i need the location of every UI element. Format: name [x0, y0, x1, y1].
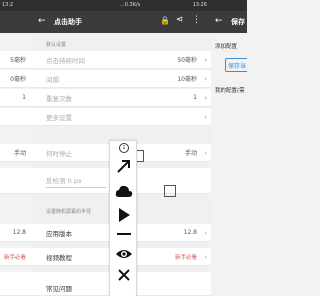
right-title: 保存 — [231, 18, 245, 26]
status-bar: 13:2 — [0, 0, 32, 11]
left-row-repeat[interactable]: 1 — [0, 89, 32, 107]
chevron-right-icon: › — [204, 228, 207, 237]
repeat-value: 1 — [193, 94, 197, 101]
click-duration-value: 50毫秒 — [177, 57, 197, 64]
tutorial-label: 视频教程 — [46, 253, 72, 262]
back-arrow-icon[interactable]: ← — [38, 16, 46, 26]
left-row-anti[interactable] — [0, 168, 32, 194]
faq-label: 常见问题 — [46, 285, 72, 293]
left-row-value: 5毫秒 — [10, 57, 26, 64]
chevron-right-icon: › — [204, 93, 207, 102]
left-row-more[interactable] — [0, 108, 32, 126]
left-row-value: 新手必看 — [3, 254, 26, 261]
left-row-value: 1 — [22, 94, 26, 101]
interval-row[interactable]: 间隔 10毫秒 › — [32, 70, 211, 88]
section-default: 默认设置 — [46, 41, 67, 48]
app-bar-right: ← 保存 — [211, 11, 247, 33]
left-row-interval[interactable]: 0毫秒 — [0, 70, 32, 88]
click-duration-row[interactable]: 点击持续时间 50毫秒 › — [32, 51, 211, 69]
share-icon[interactable]: ⋖ — [176, 15, 184, 25]
arrow-up-right-icon — [117, 160, 130, 173]
left-row-value: 手动 — [13, 150, 26, 157]
lock-icon[interactable]: 🔒 — [160, 16, 170, 25]
page-title: 点击助手 — [54, 18, 82, 26]
version-label: 应用版本 — [46, 229, 72, 238]
left-row-version[interactable]: 12.8 — [0, 224, 32, 242]
stop-label: 何时停止 — [46, 149, 72, 158]
app-bar: ← 点击助手 🔒 ⋖ ⋮ — [32, 11, 211, 33]
status-time: 13:26 — [192, 2, 207, 8]
section-random: 设置随机屏幕的半径 — [46, 208, 92, 215]
chevron-right-icon: › — [204, 112, 207, 121]
cloud-icon — [115, 185, 133, 197]
eye-icon — [116, 250, 132, 258]
repeat-label: 重复次数 — [46, 94, 72, 103]
more-settings-row[interactable]: 更多设置 › — [32, 108, 211, 126]
back-arrow-icon[interactable]: ← — [215, 16, 223, 26]
status-bar: ...0.3K/s 13:26 — [32, 0, 211, 11]
interval-label: 间隔 — [46, 75, 59, 84]
repeat-row[interactable]: 重复次数 1 › — [32, 89, 211, 107]
play-button[interactable] — [113, 205, 135, 225]
left-row-faq[interactable] — [0, 272, 32, 296]
remove-button[interactable] — [113, 227, 135, 241]
network-speed: ...0.3K/s — [120, 2, 141, 8]
save-current-button[interactable]: 保存当 — [225, 58, 247, 72]
toggle-visibility-button[interactable] — [113, 245, 135, 263]
counter-circle: 1 — [119, 143, 129, 153]
click-duration-label: 点击持续时间 — [46, 56, 85, 65]
counter-badge[interactable]: 1 — [113, 143, 135, 153]
anti-detect-label: 反检测 0 px — [46, 177, 82, 185]
left-row-value: 12.8 — [12, 229, 26, 236]
anti-detect-slider[interactable] — [46, 187, 106, 188]
minus-icon — [117, 233, 131, 235]
left-row-stop[interactable]: 手动 — [0, 144, 32, 162]
left-row-value: 0毫秒 — [10, 76, 26, 83]
click-target-box[interactable] — [164, 185, 176, 197]
chevron-right-icon: › — [204, 252, 207, 261]
floating-control-bar: 1 — [109, 140, 137, 296]
interval-value: 10毫秒 — [177, 76, 197, 83]
stop-value: 手动 — [184, 150, 197, 157]
chevron-right-icon: › — [204, 148, 207, 157]
more-settings-label: 更多设置 — [46, 113, 72, 122]
close-icon — [118, 269, 130, 281]
status-time: 13:2 — [2, 2, 14, 8]
version-value: 12.8 — [183, 229, 197, 236]
status-bar — [211, 0, 247, 11]
more-icon[interactable]: ⋮ — [192, 15, 201, 25]
close-button[interactable] — [113, 266, 135, 284]
left-panel: 13:2 5毫秒 0毫秒 1 手动 12.8 新手必看 — [0, 0, 32, 296]
chevron-right-icon: › — [204, 74, 207, 83]
right-panel: ← 保存 添加配置 保存当 我的配置(需 — [211, 0, 247, 296]
app-bar-left — [0, 11, 32, 33]
left-row-duration[interactable]: 5毫秒 — [0, 51, 32, 69]
cloud-button[interactable] — [113, 181, 135, 201]
my-config-label: 我的配置(需 — [215, 88, 245, 94]
tutorial-value: 新手必看 — [174, 254, 197, 261]
left-row-tutorial[interactable]: 新手必看 — [0, 248, 32, 266]
chevron-right-icon: › — [204, 55, 207, 64]
play-icon — [119, 208, 130, 222]
add-config-label: 添加配置 — [215, 44, 238, 50]
add-target-button[interactable] — [113, 156, 135, 176]
